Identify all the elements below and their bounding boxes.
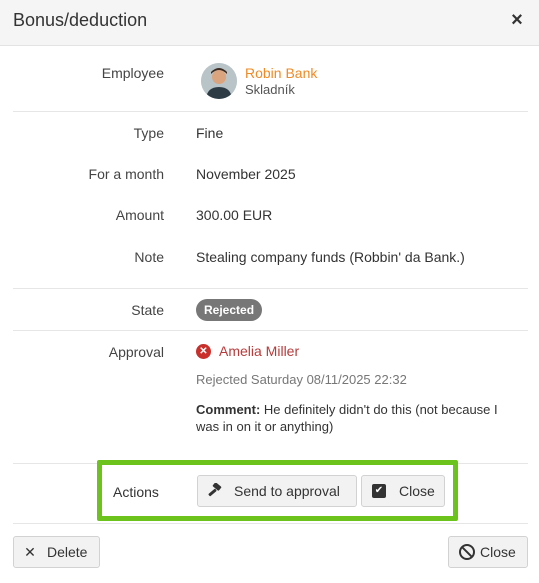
avatar-image xyxy=(201,63,237,99)
dialog-title: Bonus/deduction xyxy=(13,10,148,30)
close-label: Close xyxy=(480,544,516,560)
rejected-timestamp: Rejected Saturday 08/11/2025 22:32 xyxy=(196,372,407,387)
employee-name-link[interactable]: Robin Bank xyxy=(245,65,317,81)
amount-label: Amount xyxy=(115,207,164,223)
close-button[interactable]: Close xyxy=(448,536,528,568)
comment-label: Comment: xyxy=(196,402,261,417)
divider xyxy=(13,288,528,289)
divider xyxy=(13,523,528,524)
approver-name-link[interactable]: Amelia Miller xyxy=(219,343,299,359)
type-label: Type xyxy=(133,125,164,141)
avatar[interactable] xyxy=(201,63,237,99)
state-label: State xyxy=(131,302,164,318)
delete-button[interactable]: ✕ Delete xyxy=(13,536,100,568)
month-label: For a month xyxy=(88,166,164,182)
month-value: November 2025 xyxy=(196,166,296,182)
dialog-header: Bonus/deduction × xyxy=(0,0,539,46)
actions-highlight-frame xyxy=(97,460,458,521)
type-value: Fine xyxy=(196,125,224,141)
times-icon: ✕ xyxy=(24,543,36,560)
status-badge: Rejected xyxy=(196,299,263,321)
delete-label: Delete xyxy=(47,544,88,560)
employee-label: Employee xyxy=(101,65,164,81)
approval-comment: Comment: He definitely didn't do this (n… xyxy=(196,401,521,435)
divider xyxy=(13,111,528,112)
divider xyxy=(13,330,528,331)
reject-circle-icon: ✕ xyxy=(196,344,211,359)
note-value: Stealing company funds (Robbin' da Bank.… xyxy=(196,249,465,265)
approval-label: Approval xyxy=(108,344,164,360)
employee-role: Skladník xyxy=(245,82,295,97)
ban-icon xyxy=(459,544,475,560)
amount-value: 300.00 EUR xyxy=(196,207,273,223)
note-label: Note xyxy=(134,249,164,265)
close-icon[interactable]: × xyxy=(507,9,527,31)
